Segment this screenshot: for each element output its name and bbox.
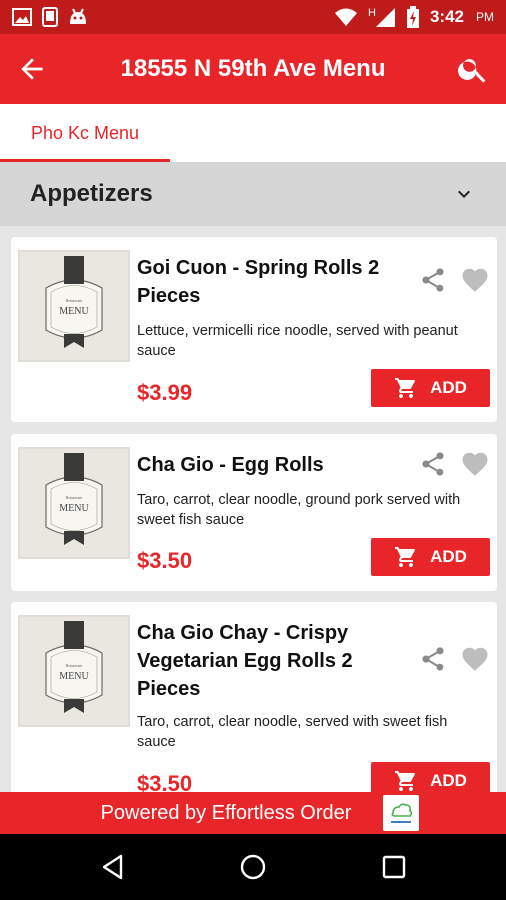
item-name: Cha Gio Chay - Crispy Vegetarian Egg Rol…	[137, 622, 353, 700]
add-to-cart-button[interactable]: ADD	[371, 538, 490, 576]
add-to-cart-button[interactable]: ADD	[371, 762, 490, 792]
menu-tabs: Pho Kc Menu	[0, 104, 506, 162]
svg-text:MENU: MENU	[59, 503, 89, 514]
item-description: Lettuce, vermicelli rice noodle, served …	[137, 323, 458, 359]
category-header-appetizers[interactable]: Appetizers	[0, 162, 506, 226]
tab-pho-kc-menu[interactable]: Pho Kc Menu	[0, 104, 170, 162]
add-button-label: ADD	[430, 547, 467, 566]
status-bar: H 3:42 PM	[0, 0, 506, 34]
nav-back-icon[interactable]	[99, 852, 129, 882]
category-label: Appetizers	[30, 180, 153, 207]
heart-icon[interactable]	[460, 265, 490, 295]
add-button-label: ADD	[430, 378, 467, 397]
item-name: Goi Cuon - Spring Rolls 2 Pieces	[137, 257, 380, 307]
android-icon	[70, 8, 86, 24]
status-time: 3:42	[429, 7, 464, 26]
cart-icon	[395, 771, 415, 791]
svg-text:H: H	[368, 7, 376, 19]
battery-charging-icon	[406, 6, 419, 28]
heart-icon[interactable]	[460, 644, 490, 674]
item-description: Taro, carrot, clear noodle, served with …	[137, 714, 448, 750]
cart-icon	[395, 547, 415, 567]
cart-icon	[395, 378, 415, 398]
menu-item-card[interactable]: MENU Restaurant Goi Cuon - Spring Rolls …	[11, 237, 497, 422]
item-description: Taro, carrot, clear noodle, ground pork …	[137, 492, 461, 528]
page-title: 18555 N 59th Ave Menu	[120, 55, 386, 82]
app-bar: 18555 N 59th Ave Menu	[0, 34, 506, 104]
share-icon[interactable]	[419, 266, 447, 294]
menu-item-card[interactable]: MENU Restaurant Cha Gio - Egg Rolls Taro…	[11, 434, 497, 591]
phone-icon	[42, 7, 58, 27]
item-price: $3.50	[137, 771, 193, 792]
chevron-down-icon[interactable]	[452, 182, 476, 206]
menu-thumbnail-image: MENU Restaurant	[18, 447, 130, 559]
svg-text:Restaurant: Restaurant	[65, 495, 83, 500]
menu-thumbnail-image: MENU Restaurant	[18, 250, 130, 362]
share-icon[interactable]	[419, 645, 447, 673]
image-icon	[12, 8, 32, 26]
item-price: $3.50	[137, 548, 193, 573]
nav-recents-icon[interactable]	[379, 852, 409, 882]
wifi-icon	[334, 8, 357, 26]
svg-text:MENU: MENU	[59, 671, 89, 682]
menu-thumbnail-image: MENU Restaurant	[18, 615, 130, 727]
add-to-cart-button[interactable]: ADD	[371, 369, 490, 407]
nav-home-icon[interactable]	[238, 852, 268, 882]
arrow-back-icon[interactable]	[16, 53, 48, 85]
item-price: $3.99	[137, 380, 193, 405]
heart-icon[interactable]	[460, 449, 490, 479]
effortless-order-logo-icon	[383, 795, 419, 831]
share-icon[interactable]	[419, 450, 447, 478]
powered-by-footer: Powered by Effortless Order	[0, 792, 506, 834]
search-icon[interactable]	[456, 52, 490, 86]
svg-text:Restaurant: Restaurant	[65, 298, 83, 303]
svg-text:Restaurant: Restaurant	[65, 663, 83, 668]
menu-item-card[interactable]: MENU Restaurant Cha Gio Chay - Crispy Ve…	[11, 602, 497, 792]
system-nav-bar	[0, 834, 506, 900]
status-ampm: PM	[476, 10, 494, 24]
add-button-label: ADD	[430, 771, 467, 790]
item-name: Cha Gio - Egg Rolls	[137, 454, 324, 476]
signal-icon: H	[368, 7, 395, 27]
menu-item-list[interactable]: MENU Restaurant Goi Cuon - Spring Rolls …	[0, 226, 506, 792]
svg-text:MENU: MENU	[59, 306, 89, 317]
